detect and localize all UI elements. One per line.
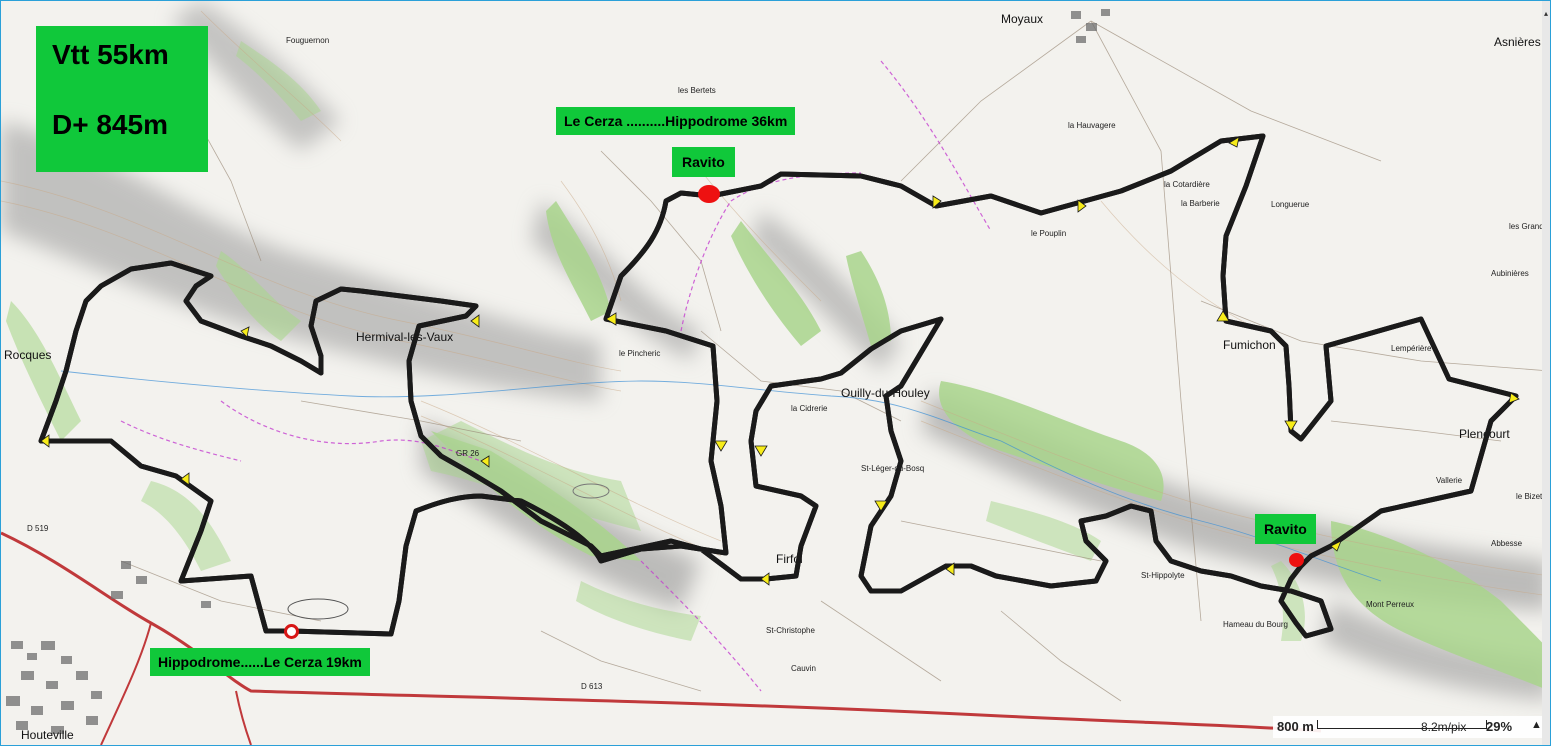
scroll-up-icon[interactable]: ▴: [1542, 9, 1550, 18]
place-label: Vallerie: [1436, 476, 1463, 485]
segment-label-cerza-hippodrome: Le Cerza ..........Hippodrome 36km: [556, 107, 796, 135]
place-label: Fumichon: [1223, 338, 1276, 352]
zoom-up-arrow-icon[interactable]: ▲: [1531, 719, 1542, 731]
scale-bar: 800 m 8.2m/pix 29% ▲: [1273, 716, 1548, 738]
place-label: le Pouplin: [1031, 229, 1066, 238]
place-label: Mont Perreux: [1366, 600, 1414, 609]
place-label: Aubinières: [1491, 269, 1529, 278]
scale-resolution: 8.2m/pix: [1421, 720, 1467, 734]
map-viewport[interactable]: Moyaux Fumichon Ouilly-du-Houley Hermiva…: [0, 0, 1551, 746]
place-label: la Cidrerie: [791, 404, 828, 413]
place-label: Abbesse: [1491, 539, 1523, 548]
vertical-scrollbar[interactable]: ▴: [1542, 1, 1550, 745]
place-label: Hermival-les-Vaux: [356, 330, 453, 344]
place-label: la Barberie: [1181, 199, 1220, 208]
route-summary-box: Vtt 55km D+ 845m: [36, 26, 208, 172]
place-label: St-Christophe: [766, 626, 815, 635]
road-label: D 613: [581, 682, 603, 691]
place-label: la Hauvagere: [1068, 121, 1116, 130]
ravito-marker-east: [1289, 553, 1304, 567]
place-label: Lempérière: [1391, 344, 1432, 353]
place-label: le Pincheric: [619, 349, 660, 358]
place-label: St-Hippolyte: [1141, 571, 1185, 580]
route-distance: Vtt 55km: [52, 39, 169, 70]
route-elevation: D+ 845m: [52, 109, 168, 140]
start-point-marker: [284, 624, 299, 639]
place-label: Cauvin: [791, 664, 816, 673]
place-label: la Cotardière: [1164, 180, 1210, 189]
place-label: le Bizet: [1516, 492, 1543, 501]
zoom-level[interactable]: 29%: [1486, 719, 1512, 734]
road-label: GR 26: [456, 449, 480, 458]
segment-label-hippodrome-cerza: Hippodrome......Le Cerza 19km: [150, 648, 370, 676]
place-label: Longuerue: [1271, 200, 1310, 209]
ravito-label-north: Ravito: [672, 147, 735, 177]
road-label: D 519: [27, 524, 49, 533]
place-label: Moyaux: [1001, 12, 1043, 26]
place-label: Asnières: [1494, 35, 1541, 49]
place-label: les Bertets: [678, 86, 716, 95]
ravito-marker-north: [698, 185, 720, 203]
ravito-label-east: Ravito: [1255, 514, 1316, 544]
place-label: Rocques: [4, 348, 51, 362]
place-label: Houteville: [21, 728, 74, 742]
place-label: St-Léger-du-Bosq: [861, 464, 924, 473]
scale-distance: 800 m: [1277, 719, 1314, 734]
place-label: Hameau du Bourg: [1223, 620, 1288, 629]
place-label: Fouguernon: [286, 36, 329, 45]
